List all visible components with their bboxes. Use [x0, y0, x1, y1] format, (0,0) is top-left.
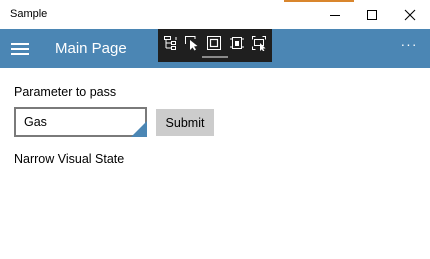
window-title: Sample	[10, 8, 48, 20]
title-bar: Sample	[0, 0, 430, 29]
display-capture-icon[interactable]	[251, 35, 267, 51]
close-button[interactable]	[391, 0, 429, 29]
track-focused-element-icon[interactable]	[229, 35, 245, 51]
focus-corner-icon	[131, 121, 147, 137]
submit-button[interactable]: Submit	[156, 109, 214, 136]
select-element-icon[interactable]	[184, 35, 200, 51]
close-icon	[404, 9, 416, 20]
visual-state-text: Narrow Visual State	[14, 152, 125, 166]
minimize-icon	[330, 14, 340, 16]
display-layout-adorners-icon[interactable]	[206, 35, 222, 51]
page-title: Main Page	[55, 40, 127, 57]
parameter-input[interactable]	[14, 107, 147, 137]
hamburger-icon	[11, 43, 29, 45]
maximize-icon	[367, 9, 377, 20]
maximize-button[interactable]	[353, 0, 391, 29]
live-visual-tree-icon[interactable]	[163, 35, 179, 51]
minimize-button[interactable]	[316, 0, 354, 29]
runtime-tools-toolbar	[158, 29, 272, 62]
parameter-label: Parameter to pass	[14, 85, 117, 99]
hamburger-menu-button[interactable]	[10, 39, 30, 57]
toolbar-collapse-handle[interactable]	[202, 56, 228, 58]
more-options-button[interactable]: ···	[396, 37, 422, 58]
